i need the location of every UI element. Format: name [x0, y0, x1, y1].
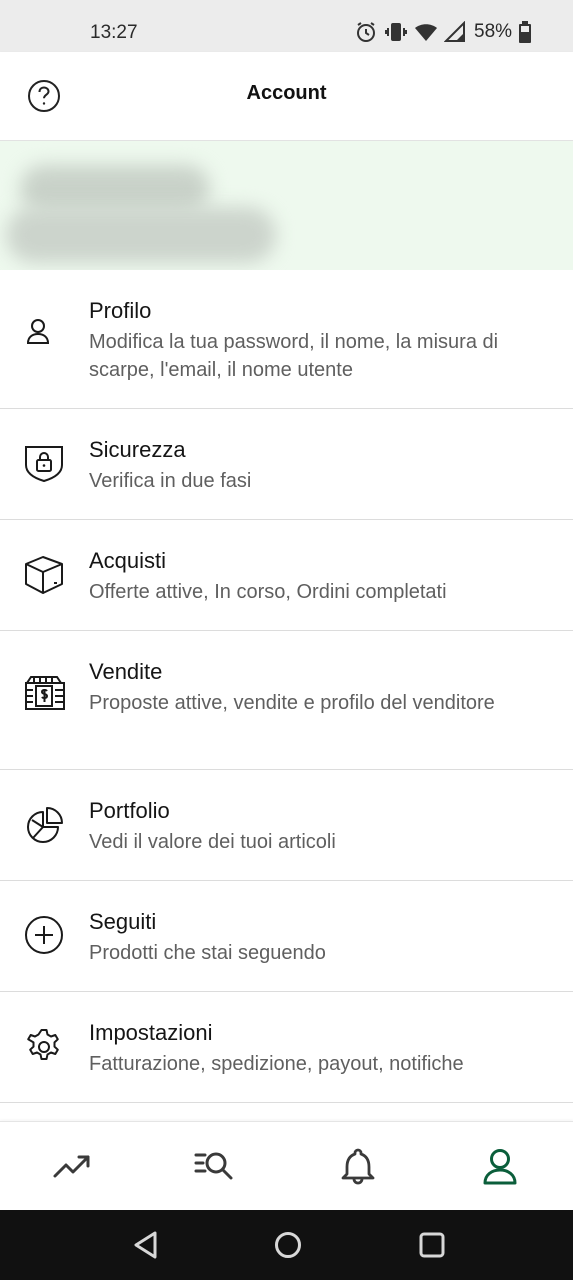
menu-item-sicurezza[interactable]: Sicurezza Verifica in due fasi [0, 409, 573, 520]
home-icon[interactable] [273, 1230, 303, 1260]
wifi-icon [415, 24, 437, 41]
menu-item-desc: Fatturazione, spedizione, payout, notifi… [89, 1053, 464, 1075]
bottom-nav [0, 1121, 573, 1211]
menu-item-desc: Verifica in due fasi [89, 470, 252, 492]
system-nav-bar [0, 1210, 573, 1280]
menu-item-title: Profilo [89, 298, 152, 323]
user-banner [0, 141, 573, 270]
menu-item-desc: Proposte attive, vendite e profilo del v… [89, 692, 495, 714]
cash-register-icon [25, 676, 65, 710]
menu-item-title: Acquisti [89, 548, 167, 573]
menu-item-title: Impostazioni [89, 1020, 213, 1045]
menu-item-desc: Prodotti che stai seguendo [89, 942, 326, 964]
status-time: 13:27 [90, 22, 138, 43]
menu-item-acquisti[interactable]: Acquisti Offerte attive, In corso, Ordin… [0, 520, 573, 631]
trending-icon[interactable] [52, 1146, 92, 1186]
shield-lock-icon [25, 446, 63, 483]
account-icon[interactable] [480, 1146, 520, 1186]
gear-icon [27, 1029, 59, 1060]
back-icon[interactable] [131, 1230, 161, 1260]
pie-chart-icon [27, 807, 63, 843]
app-bar: Account [0, 52, 573, 141]
battery-percent: 58% [474, 21, 513, 42]
menu-item-desc: Modifica la tua password, il nome, la mi… [89, 331, 499, 381]
redacted-email [6, 207, 276, 263]
menu-item-title: Sicurezza [89, 437, 186, 462]
signal-icon [444, 21, 465, 42]
alarm-icon [357, 22, 375, 42]
menu-item-title: Portfolio [89, 798, 170, 823]
recents-icon[interactable] [417, 1230, 447, 1260]
menu-item-portfolio[interactable]: Portfolio Vedi il valore dei tuoi artico… [0, 770, 573, 881]
menu-item-impostazioni[interactable]: Impostazioni Fatturazione, spedizione, p… [0, 992, 573, 1103]
vibrate-icon [385, 23, 407, 41]
menu-item-title: Vendite [89, 659, 163, 684]
menu-item-desc: Vedi il valore dei tuoi articoli [89, 831, 336, 853]
menu-item-vendite[interactable]: Vendite Proposte attive, vendite e profi… [0, 631, 573, 770]
page-title: Account [246, 82, 327, 104]
menu-item-title: Seguiti [89, 909, 157, 934]
menu-item-seguiti[interactable]: Seguiti Prodotti che stai seguendo [0, 881, 573, 992]
plus-circle-icon [25, 916, 63, 954]
menu-item-desc: Offerte attive, In corso, Ordini complet… [89, 581, 447, 603]
status-icons: 58% [354, 20, 532, 44]
account-menu: Profilo Modifica la tua password, il nom… [0, 270, 573, 1103]
battery-icon [519, 21, 532, 43]
search-list-icon[interactable] [194, 1146, 234, 1186]
menu-item-profilo[interactable]: Profilo Modifica la tua password, il nom… [0, 270, 573, 409]
package-icon [25, 556, 63, 594]
bell-icon[interactable] [338, 1146, 378, 1186]
status-bar: 13:27 58% [0, 0, 573, 52]
redacted-username [20, 165, 210, 213]
user-icon [26, 319, 50, 344]
